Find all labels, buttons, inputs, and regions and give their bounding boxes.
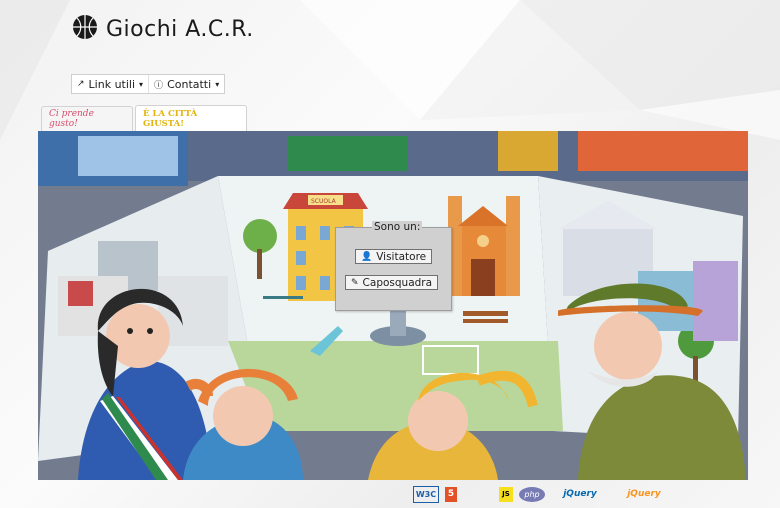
user-type-dialog: Sono un: 👤 Visitatore ✎ Caposquadra <box>335 221 452 311</box>
tab-ci-prende-gusto[interactable]: Ci prende gusto! <box>41 106 133 131</box>
html5-badge[interactable]: 5 <box>445 486 457 502</box>
jquery-ui-badge[interactable]: jQuery <box>615 487 673 502</box>
php-badge[interactable]: php <box>519 486 545 502</box>
w3c-badge[interactable]: W3C <box>413 485 439 503</box>
game-tabs: Ci prende gusto! È LA CITTÀ GIUSTA! <box>41 105 247 131</box>
menu-contatti[interactable]: ⓘ Contatti ▾ <box>148 75 224 93</box>
chevron-down-icon: ▾ <box>139 79 144 89</box>
js-badge[interactable]: JS <box>499 486 513 502</box>
info-icon: ⓘ <box>154 80 164 91</box>
external-link-icon: ↗ <box>77 79 85 89</box>
tab-e-la-citta-giusta[interactable]: È LA CITTÀ GIUSTA! <box>135 105 247 131</box>
basketball-icon <box>72 14 98 44</box>
user-icon: 👤 <box>361 251 373 262</box>
jquery-badge[interactable]: jQuery <box>551 487 609 502</box>
tab-ci-prende-gusto-label: Ci prende gusto! <box>49 109 94 129</box>
menu-link-utili-label: Link utili <box>88 77 136 91</box>
visitatore-button[interactable]: 👤 Visitatore <box>355 249 433 264</box>
school-sign: SCUOLA <box>311 198 337 205</box>
top-menu: ↗ Link utili ▾ ⓘ Contatti ▾ <box>71 74 226 94</box>
menu-contatti-label: Contatti <box>167 77 212 91</box>
caposquadra-button[interactable]: ✎ Caposquadra <box>345 275 439 290</box>
pencil-icon: ✎ <box>351 277 359 288</box>
site-title: Giochi A.C.R. <box>106 16 254 42</box>
menu-link-utili[interactable]: ↗ Link utili ▾ <box>72 75 148 93</box>
tab-e-la-citta-giusta-label: È LA CITTÀ GIUSTA! <box>143 108 198 129</box>
chevron-down-icon: ▾ <box>215 79 220 89</box>
css-badge <box>463 487 493 502</box>
tech-badges: W3C 5 JS php jQuery jQuery <box>413 485 673 503</box>
caposquadra-button-label: Caposquadra <box>362 276 433 289</box>
dialog-legend: Sono un: <box>372 221 423 233</box>
church-building <box>448 196 520 296</box>
site-logo[interactable]: Giochi A.C.R. <box>72 14 254 44</box>
visitatore-button-label: Visitatore <box>376 250 427 263</box>
